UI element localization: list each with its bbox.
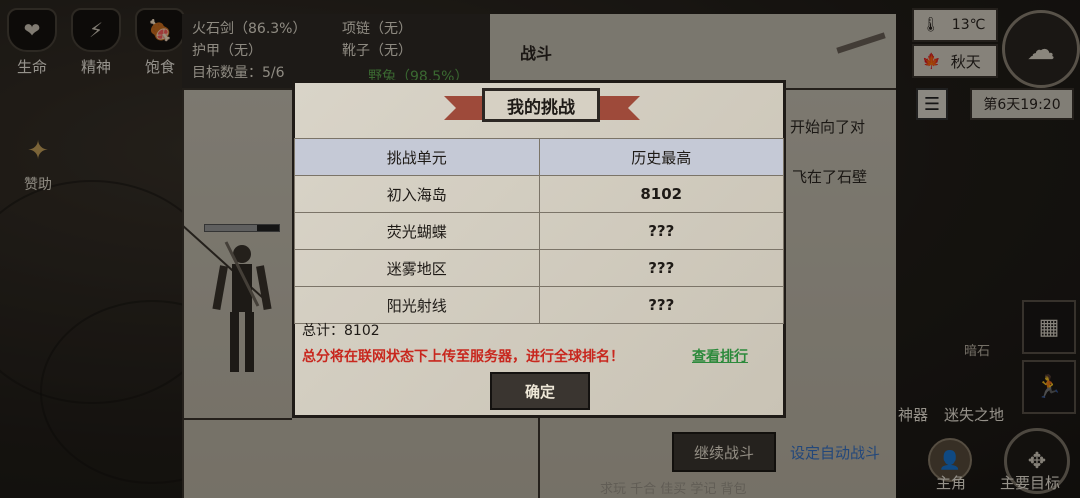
best-score: ??? xyxy=(538,212,784,250)
best-score: 8102 xyxy=(538,175,784,213)
challenge-unit: 初入海岛 xyxy=(294,175,540,213)
dialog-title-banner: 我的挑战 xyxy=(444,84,640,128)
best-score: ??? xyxy=(538,249,784,287)
ribbon-left xyxy=(444,96,484,120)
best-score: ??? xyxy=(538,286,784,324)
view-ranking-link[interactable]: 查看排行 xyxy=(692,346,748,366)
table-row: 阳光射线 ??? xyxy=(294,286,784,324)
challenge-unit: 阳光射线 xyxy=(294,286,540,324)
dialog-title: 我的挑战 xyxy=(482,88,600,122)
table-row: 初入海岛 8102 xyxy=(294,175,784,213)
ribbon-right xyxy=(600,96,640,120)
confirm-button[interactable]: 确定 xyxy=(490,372,590,410)
table-row: 迷雾地区 ??? xyxy=(294,249,784,287)
column-header-unit: 挑战单元 xyxy=(294,138,540,176)
challenge-unit: 迷雾地区 xyxy=(294,249,540,287)
table-row: 荧光蝴蝶 ??? xyxy=(294,212,784,250)
upload-notice: 总分将在联网状态下上传至服务器，进行全球排名！ xyxy=(302,349,624,365)
challenge-table: 挑战单元 历史最高 初入海岛 8102 荧光蝴蝶 ??? 迷雾地区 ??? 阳光… xyxy=(294,138,784,324)
challenge-unit: 荧光蝴蝶 xyxy=(294,212,540,250)
column-header-best: 历史最高 xyxy=(538,138,784,176)
total-score: 总计：8102 xyxy=(302,323,380,339)
